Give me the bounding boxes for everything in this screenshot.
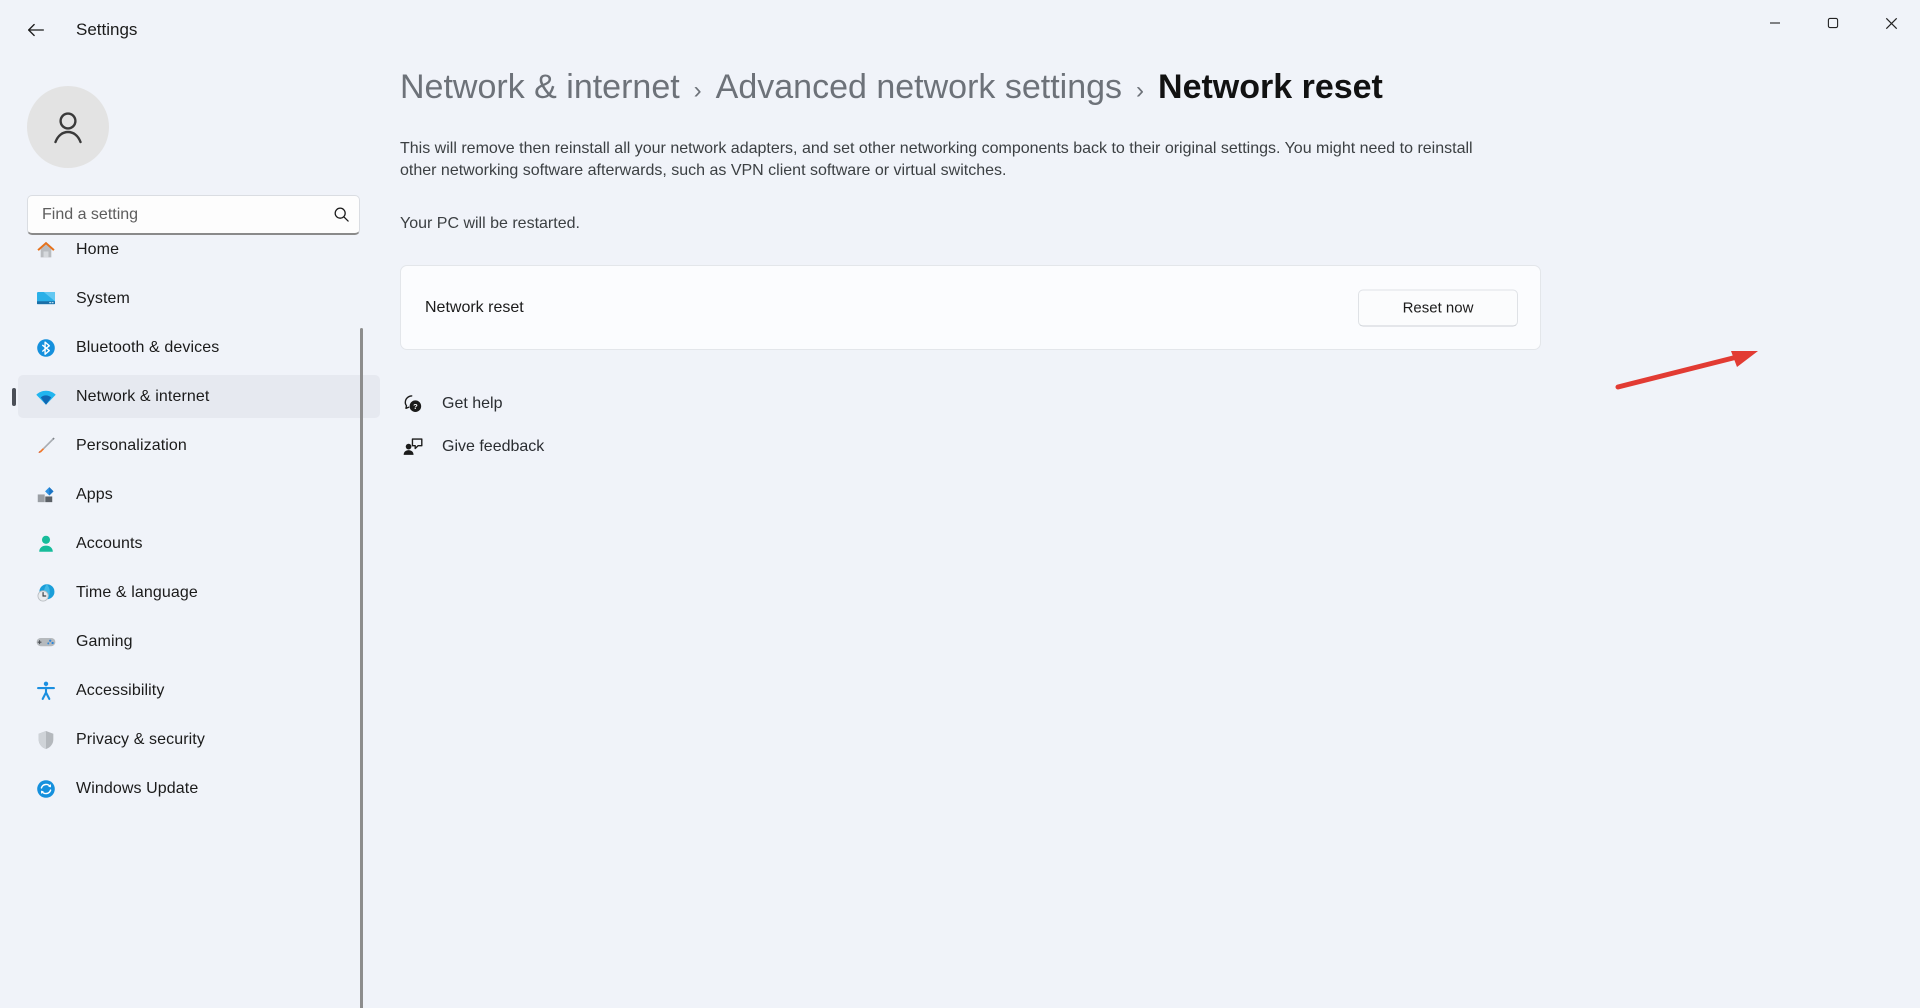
system-monitor-icon <box>34 287 58 311</box>
accessibility-person-icon <box>34 679 58 703</box>
sidebar-item-gaming[interactable]: Gaming <box>18 620 380 663</box>
chevron-right-icon: › <box>693 77 702 104</box>
paintbrush-icon <box>34 434 58 458</box>
minimize-button[interactable] <box>1746 0 1804 46</box>
sidebar-item-accessibility[interactable]: Accessibility <box>18 669 380 712</box>
help-links: ? Get help Give feedback <box>400 385 660 466</box>
sidebar-item-label: Time & language <box>76 583 198 601</box>
minimize-icon <box>1770 22 1780 24</box>
main-content: Network & internet › Advanced network se… <box>400 60 1920 1008</box>
sidebar-item-label: Bluetooth & devices <box>76 338 220 356</box>
avatar[interactable] <box>27 86 109 168</box>
sidebar-item-label: Apps <box>76 485 113 503</box>
sidebar-item-system[interactable]: System <box>18 277 380 320</box>
shield-icon <box>34 728 58 752</box>
clock-globe-icon <box>34 581 58 605</box>
breadcrumb-item-network-internet[interactable]: Network & internet <box>400 68 680 107</box>
person-avatar-icon <box>54 112 82 144</box>
sidebar-item-accounts[interactable]: Accounts <box>18 522 380 565</box>
sidebar-nav: Home System Bluetooth & devices Network … <box>0 228 400 1008</box>
sidebar: Home System Bl <box>0 60 400 1008</box>
sidebar-item-time-language[interactable]: Time & language <box>18 571 380 614</box>
back-button[interactable] <box>14 8 58 52</box>
title-bar: Settings <box>0 0 1920 60</box>
bluetooth-icon <box>34 336 58 360</box>
breadcrumb-item-network-reset: Network reset <box>1158 68 1383 106</box>
breadcrumb: Network & internet › Advanced network se… <box>400 68 1383 107</box>
red-arrow-annotation <box>1615 351 1758 390</box>
home-icon <box>34 238 58 262</box>
sidebar-item-windows-update[interactable]: Windows Update <box>18 767 380 810</box>
close-icon <box>1885 17 1897 29</box>
window-controls <box>1746 0 1920 46</box>
gamepad-icon <box>34 630 58 654</box>
chevron-right-icon: › <box>1136 77 1145 104</box>
give-feedback-link[interactable]: Give feedback <box>400 428 660 466</box>
sidebar-item-personalization[interactable]: Personalization <box>18 424 380 467</box>
network-reset-card: Network reset Reset now <box>400 265 1541 350</box>
get-help-link[interactable]: ? Get help <box>400 385 660 423</box>
search-input[interactable] <box>28 205 323 224</box>
maximize-button[interactable] <box>1804 0 1862 46</box>
sidebar-item-network-internet[interactable]: Network & internet <box>18 375 380 418</box>
help-question-icon: ? <box>400 391 426 417</box>
window-title: Settings <box>76 20 138 39</box>
breadcrumb-item-advanced-network-settings[interactable]: Advanced network settings <box>716 68 1122 107</box>
feedback-person-icon <box>400 434 426 460</box>
sidebar-item-privacy-security[interactable]: Privacy & security <box>18 718 380 761</box>
sidebar-item-label: Accounts <box>76 534 143 552</box>
sidebar-item-label: Windows Update <box>76 779 199 797</box>
page-description-secondary: Your PC will be restarted. <box>400 215 580 232</box>
maximize-icon <box>1827 17 1839 29</box>
sidebar-item-label: Accessibility <box>76 681 165 699</box>
get-help-label: Get help <box>442 395 503 412</box>
sidebar-item-label: Home <box>76 240 120 258</box>
sidebar-item-label: Personalization <box>76 436 187 454</box>
give-feedback-label: Give feedback <box>442 438 545 455</box>
sidebar-item-bluetooth-devices[interactable]: Bluetooth & devices <box>18 326 380 369</box>
sidebar-item-label: Gaming <box>76 632 133 650</box>
sidebar-item-label: Privacy & security <box>76 730 205 748</box>
account-person-icon <box>34 532 58 556</box>
magnifier-glyph <box>334 207 349 222</box>
network-reset-card-label: Network reset <box>425 298 524 316</box>
apps-grid-icon <box>34 483 58 507</box>
page-description: This will remove then reinstall all your… <box>400 140 1473 179</box>
wifi-icon <box>34 385 58 409</box>
close-button[interactable] <box>1862 0 1920 46</box>
reset-now-button[interactable]: Reset now <box>1358 289 1518 326</box>
back-arrow-icon <box>28 23 44 37</box>
sidebar-item-apps[interactable]: Apps <box>18 473 380 516</box>
update-refresh-icon <box>34 777 58 801</box>
sidebar-item-label: System <box>76 289 130 307</box>
sidebar-item-home[interactable]: Home <box>18 228 380 271</box>
svg-text:?: ? <box>413 402 418 411</box>
sidebar-item-label: Network & internet <box>76 387 210 405</box>
sidebar-scrollbar[interactable] <box>360 328 363 1008</box>
